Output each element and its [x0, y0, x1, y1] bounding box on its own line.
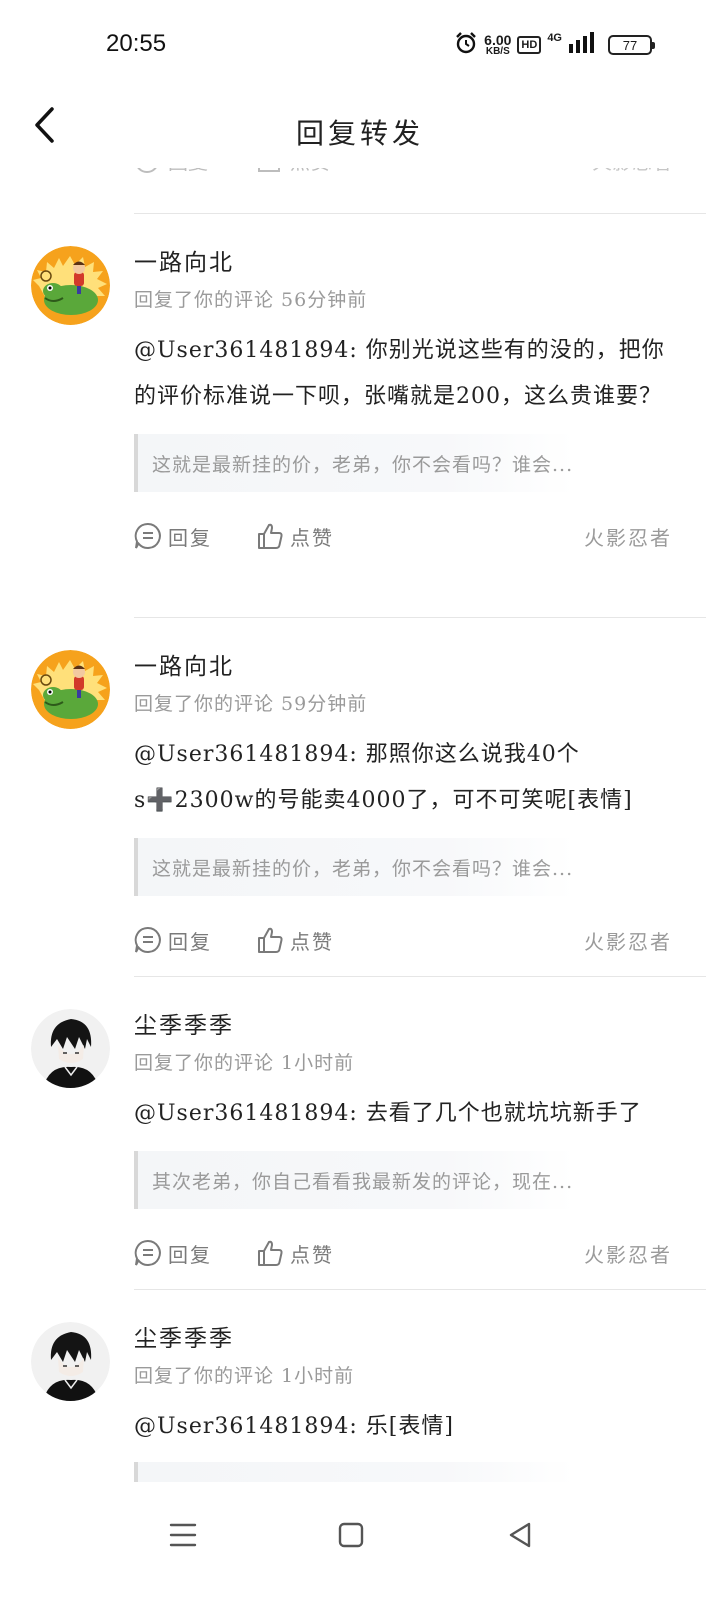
page-title: 回复转发 — [295, 117, 424, 150]
status-bar: 20:55 6.00 KB/S HD 4G 77 — [0, 0, 720, 90]
comment-content: 一路向北 回复了你的评论 56分钟前 @User361481894: 你别光说这… — [134, 246, 680, 556]
divider — [134, 213, 706, 214]
thumbs-up-icon — [258, 927, 283, 953]
divider — [134, 1289, 706, 1290]
anime-boy-avatar-icon — [31, 1322, 110, 1401]
anime-boy-avatar-icon — [31, 1009, 110, 1088]
source-label[interactable]: 火影忍者 — [584, 926, 672, 955]
partial-action-row: 回复 点赞 火影忍者 — [0, 168, 720, 214]
quoted-comment[interactable]: 这就是最新挂的价，老弟，你不会看吗？谁会... — [134, 434, 574, 492]
home-button[interactable] — [321, 1510, 381, 1560]
comment-meta: 回复了你的评论 59分钟前 — [134, 693, 368, 715]
action-row: 回复 点赞 火影忍者 — [134, 1233, 680, 1273]
comment-content: 尘季季季 回复了你的评论 1小时前 @User361481894: 去看了几个也… — [134, 1009, 680, 1273]
alarm-icon — [454, 31, 478, 59]
net-speed: 6.00 KB/S — [484, 33, 511, 57]
status-time: 20:55 — [106, 30, 167, 57]
comment-meta: 回复了你的评论 1小时前 — [134, 1365, 355, 1387]
partial-source: 火影忍者 — [592, 168, 672, 175]
like-button[interactable]: 点赞 — [256, 926, 334, 955]
divider — [134, 976, 706, 977]
action-row: 回复 点赞 火影忍者 — [134, 516, 680, 556]
comment-text[interactable]: @User361481894: 你别光说这些有的没的，把你的评价标准说一下呗，张… — [134, 328, 680, 420]
like-label: 点赞 — [290, 525, 334, 550]
quoted-comment[interactable]: 这就是最新挂的价，老弟，你不会看吗？谁会... — [134, 838, 574, 896]
reply-button[interactable]: 回复 — [134, 522, 212, 551]
avatar[interactable] — [31, 1322, 110, 1401]
header: 回复转发 — [0, 90, 720, 170]
username[interactable]: 一路向北 — [134, 650, 680, 684]
source-label[interactable]: 火影忍者 — [584, 522, 672, 551]
like-button[interactable]: 点赞 — [256, 522, 334, 551]
avatar[interactable] — [31, 650, 110, 729]
action-row: 回复 点赞 火影忍者 — [134, 920, 680, 960]
frog-rider-avatar-icon — [31, 246, 110, 325]
like-label: 点赞 — [290, 929, 334, 954]
reply-button[interactable]: 回复 — [134, 1239, 212, 1268]
username[interactable]: 一路向北 — [134, 246, 680, 280]
battery-icon: 77 — [608, 35, 655, 55]
quoted-comment[interactable]: 其次老弟，你自己看看我最新发的评论，现在... — [134, 1151, 574, 1209]
reply-label: 回复 — [168, 525, 212, 550]
comment-text[interactable]: @User361481894: 乐[表情] — [134, 1404, 680, 1450]
net-speed-value: 6.00 — [484, 32, 512, 48]
signal-icon — [568, 32, 594, 58]
reply-icon — [134, 1239, 161, 1266]
comment-meta: 回复了你的评论 56分钟前 — [134, 289, 368, 311]
comment-content: 一路向北 回复了你的评论 59分钟前 @User361481894: 那照你这么… — [134, 650, 680, 960]
battery-level: 77 — [622, 37, 638, 53]
avatar[interactable] — [31, 246, 110, 325]
comment-meta: 回复了你的评论 1小时前 — [134, 1052, 355, 1074]
menu-icon — [169, 1523, 197, 1547]
menu-button[interactable] — [153, 1510, 213, 1560]
username[interactable]: 尘季季季 — [134, 1009, 680, 1043]
username[interactable]: 尘季季季 — [134, 1322, 680, 1356]
network-type: 4G — [547, 32, 562, 44]
comment-text[interactable]: @User361481894: 那照你这么说我40个s➕2300w的号能卖400… — [134, 732, 680, 824]
frog-rider-avatar-icon — [31, 650, 110, 729]
like-button[interactable]: 点赞 — [256, 1239, 334, 1268]
home-square-icon — [338, 1522, 364, 1548]
like-label: 点赞 — [290, 1242, 334, 1267]
reply-label: 回复 — [168, 929, 212, 954]
source-label[interactable]: 火影忍者 — [584, 1239, 672, 1268]
comment-text[interactable]: @User361481894: 去看了几个也就坑坑新手了 — [134, 1091, 680, 1137]
status-icons: 6.00 KB/S HD 4G 77 — [454, 30, 655, 60]
reply-button[interactable]: 回复 — [134, 926, 212, 955]
net-speed-unit: KB/S — [485, 46, 510, 57]
back-triangle-icon — [509, 1522, 531, 1548]
thumbs-up-icon — [258, 1240, 283, 1266]
divider — [134, 617, 706, 618]
reply-icon — [134, 926, 161, 953]
reply-icon — [134, 522, 161, 549]
system-nav-bar — [0, 1482, 720, 1600]
partial-like-action: 点赞 — [256, 168, 330, 175]
partial-reply-action: 回复 — [134, 168, 208, 175]
avatar[interactable] — [31, 1009, 110, 1088]
back-nav-button[interactable] — [490, 1510, 550, 1560]
thumbs-up-icon — [258, 523, 283, 549]
hd-badge: HD — [517, 36, 542, 54]
reply-label: 回复 — [168, 1242, 212, 1267]
